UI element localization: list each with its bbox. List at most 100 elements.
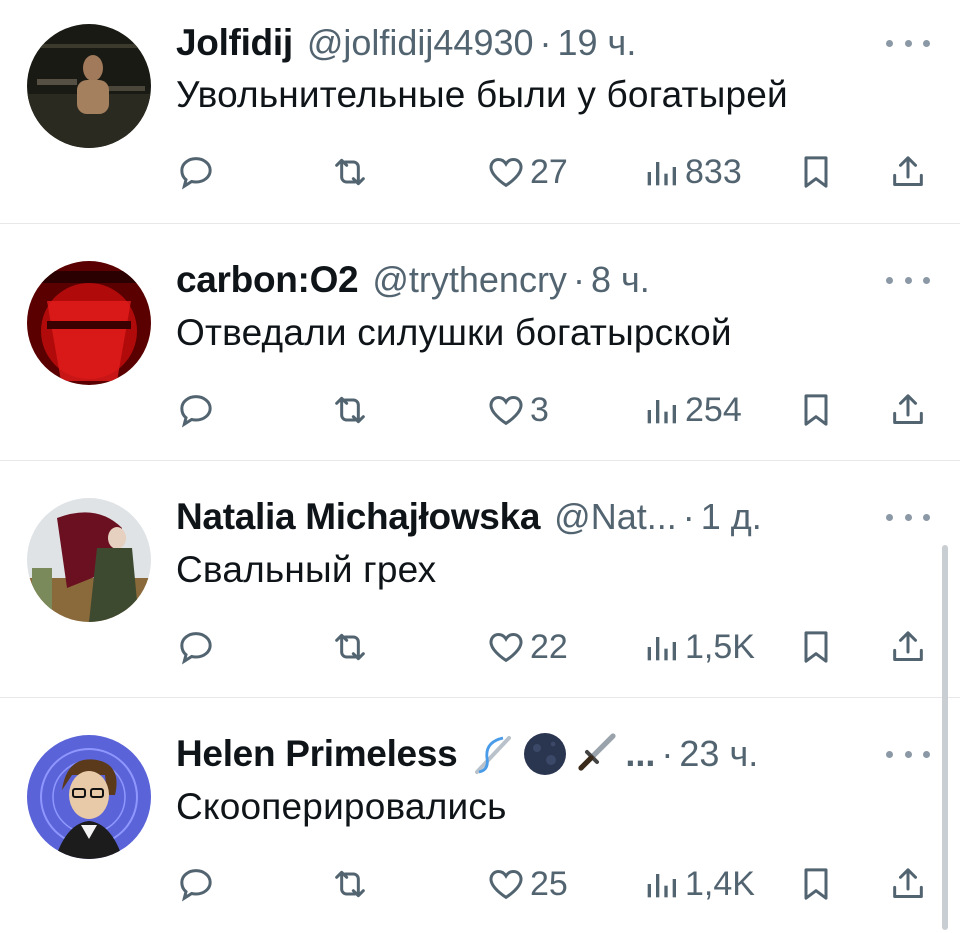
- share-icon: [893, 631, 923, 661]
- share-icon: [893, 394, 923, 424]
- tweet[interactable]: carbon:O2 @trythencry · 8 ч. Отведали си…: [0, 224, 960, 461]
- bookmark-icon: [804, 868, 828, 900]
- views-icon: [647, 874, 676, 898]
- tweet-text: Скооперировались: [176, 786, 507, 827]
- bookmark-icon: [804, 631, 828, 663]
- separator-dot: ·: [572, 259, 585, 300]
- separator-dot: ·: [661, 733, 674, 774]
- avatar[interactable]: [27, 498, 151, 622]
- separator-dot: ·: [682, 496, 695, 537]
- scrollbar[interactable]: [942, 545, 948, 930]
- share-icon: [893, 868, 923, 898]
- timestamp[interactable]: 23 ч.: [679, 733, 758, 775]
- reply-icon: [180, 157, 212, 190]
- tweet-text: Свальный грех: [176, 549, 437, 590]
- tweet-header: Jolfidij @jolfidij44930 · 19 ч.: [176, 18, 930, 68]
- more-options-icon[interactable]: [886, 739, 930, 769]
- reply-button[interactable]: [176, 625, 216, 669]
- tweet-header: carbon:O2 @trythencry · 8 ч.: [176, 255, 930, 305]
- timestamp[interactable]: 8 ч.: [591, 259, 650, 301]
- tweet[interactable]: Helen Primeless ... · 23 ч. Скооперирова…: [0, 698, 960, 933]
- heart-icon: [489, 869, 523, 900]
- retweet-icon: [335, 870, 365, 898]
- views-button[interactable]: 833: [641, 150, 742, 194]
- more-options-icon[interactable]: [886, 28, 930, 58]
- share-icon: [893, 156, 923, 186]
- views-icon: [647, 162, 676, 186]
- heart-icon: [489, 395, 523, 426]
- bookmark-button[interactable]: [796, 862, 836, 906]
- like-button[interactable]: 3: [486, 388, 549, 432]
- avatar[interactable]: [27, 735, 151, 859]
- timestamp[interactable]: 1 д.: [701, 496, 762, 538]
- user-handle[interactable]: @trythencry: [372, 259, 567, 301]
- display-name[interactable]: Helen Primeless: [176, 733, 458, 775]
- retweet-button[interactable]: [330, 625, 370, 669]
- tweet-actions: 25 1,4K: [176, 862, 936, 906]
- tweet-header: Helen Primeless ... · 23 ч.: [176, 729, 930, 779]
- retweet-icon: [335, 633, 365, 661]
- user-handle[interactable]: @Nat...: [554, 496, 677, 538]
- views-button[interactable]: 254: [641, 388, 742, 432]
- retweet-icon: [335, 396, 365, 424]
- share-button[interactable]: [888, 388, 928, 432]
- bookmark-button[interactable]: [796, 150, 836, 194]
- bookmark-button[interactable]: [796, 388, 836, 432]
- bookmark-icon: [804, 394, 828, 426]
- heart-icon: [489, 632, 523, 663]
- share-button[interactable]: [888, 150, 928, 194]
- views-button[interactable]: 1,5K: [641, 625, 755, 669]
- tweet-header: Natalia Michajłowska @Nat... · 1 д.: [176, 492, 930, 542]
- timestamp[interactable]: 19 ч.: [558, 22, 637, 64]
- like-button[interactable]: 22: [486, 625, 568, 669]
- more-options-icon[interactable]: [886, 502, 930, 532]
- reply-icon: [180, 869, 212, 902]
- retweet-icon: [335, 158, 365, 186]
- views-icon: [647, 400, 676, 424]
- like-count: 27: [530, 152, 568, 191]
- user-handle[interactable]: @jolfidij44930: [307, 22, 534, 64]
- avatar[interactable]: [27, 24, 151, 148]
- reply-button[interactable]: [176, 862, 216, 906]
- view-count: 833: [685, 152, 742, 191]
- like-button[interactable]: 25: [486, 862, 568, 906]
- new-moon-emoji: [524, 733, 567, 775]
- avatar[interactable]: [27, 261, 151, 385]
- reply-button[interactable]: [176, 388, 216, 432]
- reply-icon: [180, 395, 212, 428]
- tweet-actions: 27 833: [176, 150, 936, 194]
- reply-button[interactable]: [176, 150, 216, 194]
- more-options-icon[interactable]: [886, 265, 930, 295]
- view-count: 254: [685, 390, 742, 429]
- tweet-text: Отведали силушки богатырской: [176, 312, 732, 353]
- retweet-button[interactable]: [330, 862, 370, 906]
- view-count: 1,5K: [685, 627, 755, 666]
- share-button[interactable]: [888, 625, 928, 669]
- heart-icon: [489, 157, 523, 188]
- like-count: 3: [530, 390, 549, 429]
- bookmark-button[interactable]: [796, 625, 836, 669]
- display-name[interactable]: Natalia Michajłowska: [176, 496, 540, 538]
- reply-icon: [180, 632, 212, 665]
- dagger-emoji: [578, 733, 616, 771]
- view-count: 1,4K: [685, 864, 755, 903]
- name-emojis: [469, 730, 621, 778]
- needle-thread-emoji: [475, 736, 512, 774]
- tweet[interactable]: Natalia Michajłowska @Nat... · 1 д. Свал…: [0, 461, 960, 698]
- tweet[interactable]: Jolfidij @jolfidij44930 · 19 ч. Увольнит…: [0, 0, 960, 224]
- views-button[interactable]: 1,4K: [641, 862, 755, 906]
- separator-dot: ·: [539, 22, 552, 63]
- retweet-button[interactable]: [330, 388, 370, 432]
- retweet-button[interactable]: [330, 150, 370, 194]
- tweet-actions: 3 254: [176, 388, 936, 432]
- views-icon: [647, 637, 676, 661]
- like-button[interactable]: 27: [486, 150, 568, 194]
- tweet-actions: 22 1,5K: [176, 625, 936, 669]
- display-name[interactable]: Jolfidij: [176, 22, 293, 64]
- bookmark-icon: [804, 156, 828, 188]
- display-name[interactable]: carbon:O2: [176, 259, 359, 301]
- like-count: 25: [530, 864, 568, 903]
- like-count: 22: [530, 627, 568, 666]
- share-button[interactable]: [888, 862, 928, 906]
- name-ellipsis: ...: [625, 733, 656, 774]
